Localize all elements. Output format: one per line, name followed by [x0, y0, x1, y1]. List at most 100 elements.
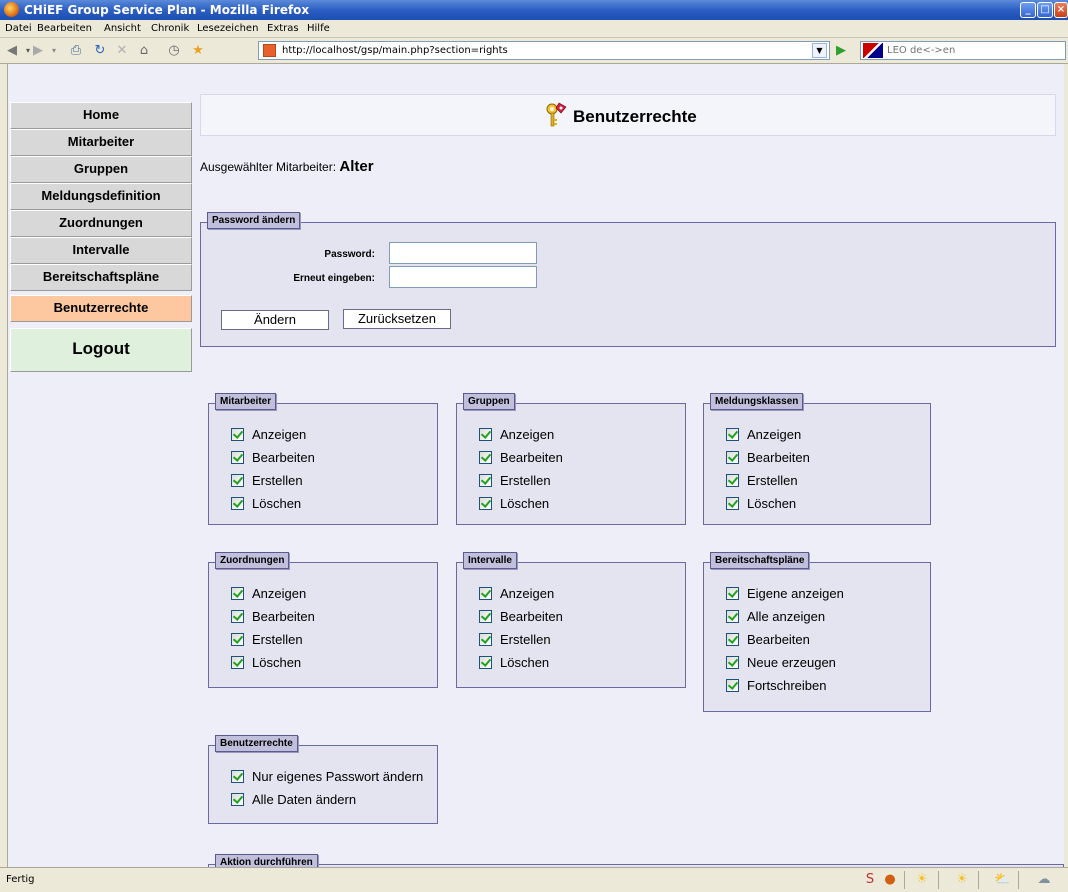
thunderstorm-icon[interactable]: ☁	[1036, 872, 1052, 888]
nav-home[interactable]: Home	[10, 102, 192, 129]
status-divider	[1018, 871, 1019, 889]
menu-lesezeichen[interactable]: Lesezeichen	[197, 23, 258, 34]
checkbox-label: Erstellen	[500, 632, 551, 647]
checkbox-label: Anzeigen	[252, 427, 307, 442]
status-divider	[978, 871, 979, 889]
checkbox-checked[interactable]	[231, 770, 244, 783]
password-change-legend: Password ändern	[207, 212, 301, 229]
url-dropdown-icon[interactable]: ▼	[812, 43, 827, 58]
sun-icon[interactable]: ☀	[914, 872, 930, 888]
rights-group-mitarbeiter: Mitarbeiter Anzeigen Bearbeiten Erstelle…	[208, 393, 438, 525]
rights-group-meldungsklassen: Meldungsklassen Anzeigen Bearbeiten Erst…	[703, 393, 931, 525]
checkbox-checked[interactable]	[231, 474, 244, 487]
bookmark-star-icon[interactable]: ★	[190, 43, 206, 59]
checkbox-label: Löschen	[252, 655, 302, 670]
checkbox-label: Bearbeiten	[500, 609, 563, 624]
checkbox-label: Erstellen	[500, 473, 551, 488]
reset-button[interactable]: Zurücksetzen	[343, 309, 451, 329]
checkbox-checked[interactable]	[479, 474, 492, 487]
checkbox-checked[interactable]	[479, 451, 492, 464]
print-icon[interactable]: ⎙	[68, 43, 84, 59]
history-icon[interactable]: ◷	[166, 43, 182, 59]
url-text[interactable]: http://localhost/gsp/main.php?section=ri…	[282, 45, 508, 56]
checkbox-checked[interactable]	[726, 610, 739, 623]
menu-datei[interactable]: Datei	[5, 23, 32, 34]
rights-group-bereitschaftsplaene: Bereitschaftspläne Eigene anzeigen Alle …	[703, 552, 931, 712]
nav-intervalle[interactable]: Intervalle	[10, 237, 192, 264]
checkbox-checked[interactable]	[479, 497, 492, 510]
forward-dropdown-icon[interactable]: ▾	[46, 43, 62, 59]
checkbox-checked[interactable]	[479, 587, 492, 600]
menu-hilfe[interactable]: Hilfe	[307, 23, 330, 34]
checkbox-checked[interactable]	[726, 451, 739, 464]
nav-mitarbeiter[interactable]: Mitarbeiter	[10, 129, 192, 156]
checkbox-checked[interactable]	[479, 656, 492, 669]
selected-employee: Ausgewählter Mitarbeiter: Alter	[200, 158, 374, 175]
checkbox-checked[interactable]	[231, 497, 244, 510]
menu-ansicht[interactable]: Ansicht	[104, 23, 141, 34]
nav-meldungsdefinition[interactable]: Meldungsdefinition	[10, 183, 192, 210]
checkbox-checked[interactable]	[231, 793, 244, 806]
partly-cloudy-icon[interactable]: ⛅	[994, 872, 1010, 888]
change-password-button[interactable]: Ändern	[221, 310, 329, 330]
password-input[interactable]	[389, 242, 537, 264]
nav-zuordnungen[interactable]: Zuordnungen	[10, 210, 192, 237]
checkbox-checked[interactable]	[231, 428, 244, 441]
checkbox-checked[interactable]	[231, 656, 244, 669]
checkbox-label: Anzeigen	[500, 586, 555, 601]
status-text: Fertig	[6, 874, 35, 885]
close-button[interactable]: ×	[1054, 2, 1068, 18]
search-box[interactable]	[860, 41, 1066, 60]
rights-group-legend: Gruppen	[463, 393, 515, 410]
checkbox-label: Anzeigen	[747, 427, 802, 442]
checkbox-checked[interactable]	[479, 428, 492, 441]
rights-group-legend: Benutzerrechte	[215, 735, 298, 752]
password-repeat-input[interactable]	[389, 266, 537, 288]
checkbox-checked[interactable]	[726, 474, 739, 487]
checkbox-checked[interactable]	[231, 610, 244, 623]
page-header: Benutzerrechte	[200, 94, 1056, 136]
password-repeat-label: Erneut eingeben:	[293, 273, 375, 284]
checkbox-checked[interactable]	[726, 633, 739, 646]
addon-s-icon[interactable]: S	[862, 872, 878, 888]
menu-chronik[interactable]: Chronik	[151, 23, 189, 34]
rights-group-legend: Intervalle	[463, 552, 517, 569]
logout-button[interactable]: Logout	[10, 328, 192, 372]
nav-gruppen[interactable]: Gruppen	[10, 156, 192, 183]
search-engine-flag-icon[interactable]	[863, 43, 883, 58]
forward-icon[interactable]: ▶	[30, 43, 46, 59]
nav-bereitschaftsplaene[interactable]: Bereitschaftspläne	[10, 264, 192, 291]
sun-icon[interactable]: ☀	[954, 872, 970, 888]
home-icon[interactable]: ⌂	[136, 43, 152, 59]
checkbox-checked[interactable]	[231, 633, 244, 646]
back-icon[interactable]: ◀	[4, 43, 20, 59]
checkbox-label: Eigene anzeigen	[747, 586, 844, 601]
nav-benutzerrechte[interactable]: Benutzerrechte	[10, 295, 192, 322]
stop-icon[interactable]: ✕	[114, 43, 130, 59]
page-top-margin	[8, 64, 1064, 88]
checkbox-checked[interactable]	[726, 428, 739, 441]
maximize-button[interactable]: □	[1037, 2, 1053, 18]
checkbox-label: Bearbeiten	[747, 450, 810, 465]
url-bar[interactable]: http://localhost/gsp/main.php?section=ri…	[258, 41, 830, 60]
checkbox-checked[interactable]	[479, 610, 492, 623]
search-input[interactable]	[887, 43, 1037, 58]
checkbox-checked[interactable]	[726, 497, 739, 510]
checkbox-checked[interactable]	[726, 587, 739, 600]
window-right-edge	[1064, 64, 1068, 867]
checkbox-label: Löschen	[252, 496, 302, 511]
rights-group-legend: Zuordnungen	[215, 552, 290, 569]
firefox-status-icon[interactable]: ●	[882, 872, 898, 888]
checkbox-checked[interactable]	[726, 679, 739, 692]
menu-bearbeiten[interactable]: Bearbeiten	[37, 23, 92, 34]
checkbox-label: Bearbeiten	[252, 609, 315, 624]
reload-icon[interactable]: ↻	[92, 43, 108, 59]
menu-extras[interactable]: Extras	[267, 23, 299, 34]
password-label: Password:	[324, 249, 375, 260]
minimize-button[interactable]: _	[1020, 2, 1036, 18]
go-arrow-icon[interactable]: ▶	[836, 43, 852, 59]
checkbox-checked[interactable]	[479, 633, 492, 646]
checkbox-checked[interactable]	[726, 656, 739, 669]
checkbox-checked[interactable]	[231, 451, 244, 464]
checkbox-checked[interactable]	[231, 587, 244, 600]
